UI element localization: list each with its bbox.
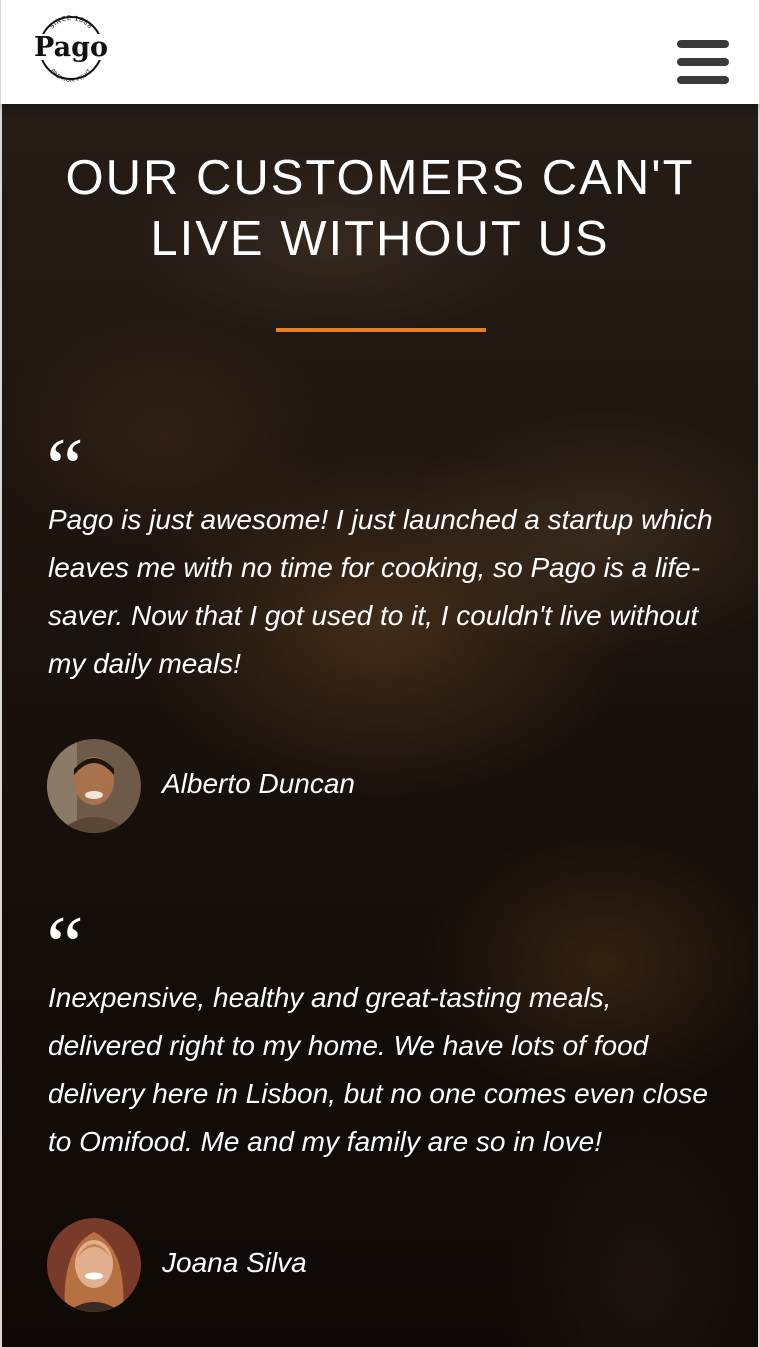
testimonial-text: Inexpensive, healthy and great-tasting m…: [48, 982, 708, 1157]
quote-icon: “: [38, 421, 85, 514]
title-underline: [276, 328, 486, 332]
section-title: OUR CUSTOMERS CAN'T LIVE WITHOUT US: [65, 151, 695, 266]
testimonials-section: OUR CUSTOMERS CAN'T LIVE WITHOUT US “ Pa…: [0, 104, 760, 1347]
menu-bar: [677, 40, 729, 48]
site-header: SINCE 1888 PREMIUM FRUIT Pago: [0, 0, 760, 104]
testimonial-author: Joana Silva: [162, 1247, 307, 1278]
pago-logo[interactable]: SINCE 1888 PREMIUM FRUIT Pago: [23, 14, 119, 84]
menu-bar: [677, 76, 729, 84]
customer-avatar-joana: [47, 1218, 141, 1312]
testimonial-author: Alberto Duncan: [162, 768, 356, 799]
menu-bar: [677, 58, 729, 66]
testimonial-text: Pago is just awesome! I just launched a …: [48, 504, 713, 679]
logo-brand-text: Pago: [34, 32, 108, 63]
customer-avatar-alberto: [47, 739, 141, 833]
hamburger-menu-icon[interactable]: [677, 40, 729, 84]
quote-icon: “: [38, 899, 85, 992]
